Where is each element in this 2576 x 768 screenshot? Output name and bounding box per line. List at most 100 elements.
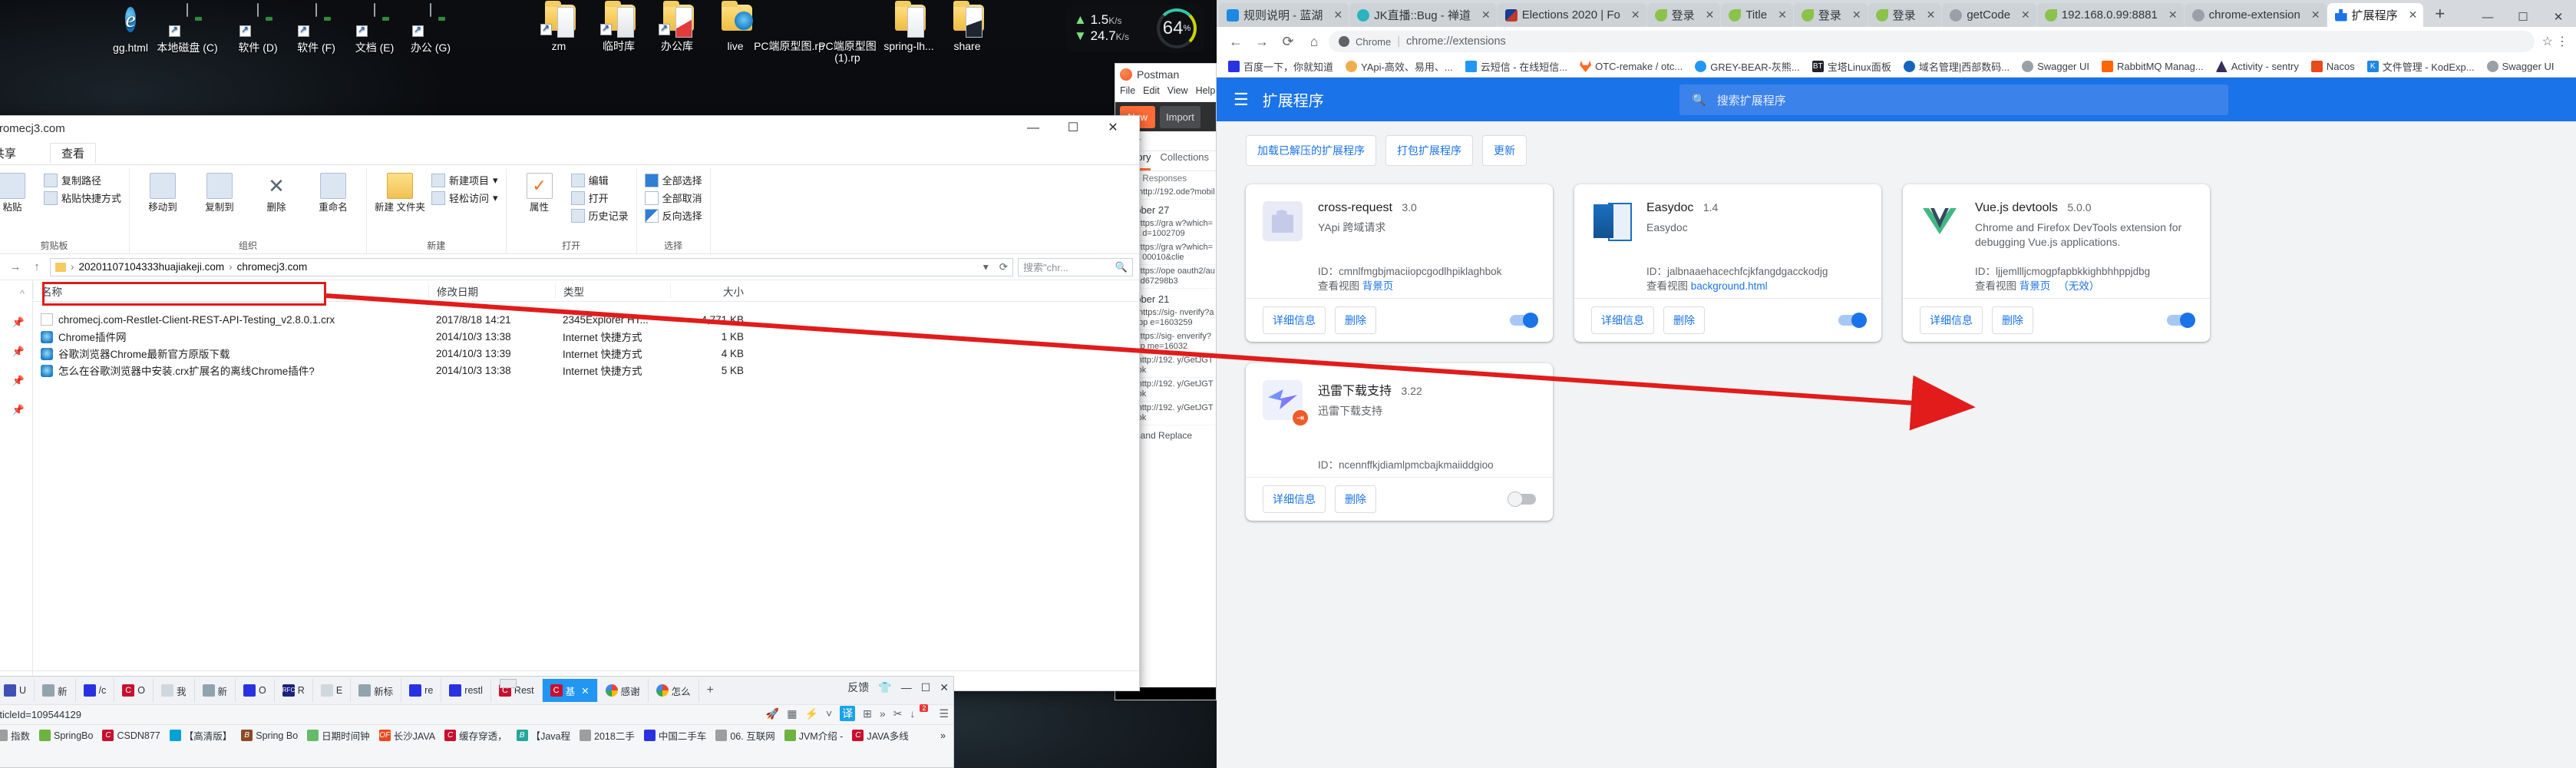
bookmark-item[interactable]: GREY-BEAR-灰熊... (1689, 58, 1805, 75)
details-button[interactable]: 详细信息 (1591, 306, 1654, 334)
feedback-button[interactable]: 反馈 (847, 680, 869, 695)
bookmark-item[interactable]: JVM介绍 - (784, 728, 843, 743)
easy-access-button[interactable]: 轻松访问 ▾ (431, 190, 498, 205)
extensions-toolbar[interactable]: 加载已解压的扩展程序 打包扩展程序 更新 (1217, 121, 2576, 166)
enable-toggle[interactable] (1510, 313, 1538, 328)
bookmark-item[interactable]: 【高清版】 (169, 728, 232, 743)
new-tab-button[interactable]: + (2424, 4, 2455, 27)
bookmark-item[interactable]: Activity - sentry (2211, 59, 2304, 74)
browser-tab[interactable]: 规则说明 - 蓝湖 ✕ (1219, 3, 1349, 27)
bookmark-item[interactable]: YApi-高效、易用、... (1340, 58, 1458, 75)
column-header-date[interactable]: 修改日期 (428, 283, 555, 299)
chrome-tabstrip[interactable]: 规则说明 - 蓝湖 ✕ JK直播::Bug - 禅道 ✕ Elections 202… (1217, 0, 2576, 27)
bookmarks-bar[interactable]: 百度一下，你就知道 YApi-高效、易用、... 云短信 - 在线短信... O… (1217, 56, 2576, 78)
up-button[interactable]: ↑ (28, 260, 45, 273)
column-header-size[interactable]: 大小 (670, 283, 755, 299)
rocket-icon[interactable]: 🚀 (766, 707, 779, 720)
remove-button[interactable]: 删除 (1335, 306, 1376, 334)
bookmark-item[interactable]: K 文件管理 - KodExp... (2362, 58, 2480, 75)
background-page-link[interactable]: 背景页 (2020, 280, 2051, 292)
bookmark-item[interactable]: 云短信 - 在线短信... (1460, 58, 1573, 75)
menu-icon[interactable]: ☰ (939, 707, 949, 720)
bookmark-item[interactable]: B 【Java程 (516, 728, 570, 743)
breadcrumb-item[interactable]: chromecj3.com (237, 261, 308, 273)
browser-tab[interactable]: JK直播::Bug - 禅道 ✕ (1349, 3, 1497, 27)
close-icon[interactable]: ✕ (2409, 8, 2418, 22)
maximize-button[interactable]: ☐ (921, 681, 931, 694)
bookmark-item[interactable]: BT 宝塔Linux面板 (1807, 58, 1897, 75)
overflow-icon[interactable]: » (880, 707, 886, 720)
explorer-ribbon[interactable]: 粘贴 复制路径 粘贴快捷方式 剪贴板 移动到 复制到 ✕ 删除 重命名 组织 新… (0, 165, 1139, 254)
bookmarks-overflow-button[interactable]: » (940, 730, 953, 741)
desktop-icon-drive-g[interactable]: 办公 (G) (394, 3, 467, 54)
invert-selection-button[interactable]: 反向选择 (644, 208, 702, 223)
bookmark-item[interactable]: B Spring Bo (241, 730, 298, 741)
browser-tab-active[interactable]: 扩展程序 ✕ (2327, 3, 2424, 27)
home-button[interactable]: ⌂ (1303, 34, 1326, 50)
details-button[interactable]: 详细信息 (1263, 306, 1326, 334)
move-to-button[interactable]: 移动到 (137, 170, 188, 213)
file-list[interactable]: 名称 修改日期 类型 大小 chromecj.com-Restlet-Clien… (33, 280, 1139, 714)
select-none-button[interactable]: 全部取消 (644, 190, 702, 205)
translate-icon[interactable]: 译 (840, 706, 856, 721)
partial-input-field[interactable] (500, 679, 517, 688)
browser-tab[interactable]: getCode ✕ (1942, 3, 2036, 27)
paste-shortcut-button[interactable]: 粘贴快捷方式 (44, 190, 121, 205)
open-button[interactable]: 打开 (570, 190, 629, 205)
close-button[interactable]: ✕ (1093, 116, 1133, 141)
search-input[interactable]: 搜索"chr... 🔍 (1018, 257, 1133, 276)
network-speed-widget[interactable]: ▲ 1.5K/s ▼ 24.7K/s 64% (1066, 5, 1204, 52)
browser-tab[interactable]: 新标 (351, 679, 402, 702)
bookmark-item[interactable]: 2018二手 (580, 728, 635, 743)
edit-button[interactable]: 编辑 (570, 173, 629, 187)
copy-to-button[interactable]: 复制到 (194, 170, 245, 213)
bookmark-item[interactable]: Nacos (2306, 59, 2360, 74)
download-icon[interactable]: ↓ (910, 707, 915, 720)
add-app-icon[interactable]: ⊞ (863, 707, 872, 720)
new-item-button[interactable]: 新建项目 ▾ (431, 173, 498, 187)
pack-extension-button[interactable]: 打包扩展程序 (1385, 135, 1473, 166)
load-unpacked-button[interactable]: 加载已解压的扩展程序 (1246, 135, 1376, 166)
bookmark-item[interactable]: 域名管理|西部数码... (1898, 58, 2015, 75)
delete-button[interactable]: ✕ 删除 (251, 170, 302, 213)
pin-icon[interactable]: 📌 (12, 316, 25, 329)
close-icon[interactable]: ✕ (1778, 8, 1787, 22)
shirt-icon[interactable]: 👕 (878, 681, 891, 694)
column-header-type[interactable]: 类型 (555, 283, 670, 299)
bottom-browser-tabstrip[interactable]: U 新 /с CO 我 新 O RFC R E 新标 re restl C Rest… (0, 677, 953, 704)
search-input[interactable]: 🔍 搜索扩展程序 (1679, 84, 2228, 115)
table-row[interactable]: 谷歌浏览器Chrome最新官方原版下载 2014/10/3 13:39 Inte… (33, 345, 1139, 362)
extension-card[interactable]: cross-request 3.0 YApi 跨域请求 ID：cmnlfmgbj… (1246, 184, 1553, 342)
bookmark-item[interactable]: RabbitMQ Manag... (2096, 59, 2209, 74)
background-page-link[interactable]: background.html (1691, 280, 1768, 292)
bookmark-item[interactable]: C CSDN877 (102, 730, 160, 741)
background-page-link[interactable]: 背景页 (1362, 280, 1394, 292)
minimize-button[interactable]: — (2470, 11, 2505, 24)
ribbon-tab-view[interactable]: 查看 (50, 143, 97, 164)
menu-file[interactable]: File (1120, 85, 1135, 101)
close-icon[interactable]: ✕ (2021, 8, 2030, 22)
details-button[interactable]: 详细信息 (1263, 485, 1326, 513)
browser-tab[interactable]: CO (114, 679, 154, 702)
address-bar[interactable]: Chrome | chrome://extensions (1329, 31, 2535, 52)
extension-card[interactable]: ⇥ 迅雷下载支持 3.22 迅雷下载支持 ID：ncennffkjdiamlpm… (1246, 363, 1553, 521)
menu-view[interactable]: View (1167, 85, 1188, 101)
chevron-down-icon[interactable]: ▾ (493, 192, 498, 204)
close-icon[interactable]: ✕ (1631, 8, 1640, 22)
copy-path-button[interactable]: 复制路径 (44, 173, 121, 187)
enable-toggle[interactable] (2167, 313, 2195, 328)
close-icon[interactable]: ✕ (1852, 8, 1861, 22)
browser-tab[interactable]: 登录 ✕ (1646, 3, 1721, 27)
bookmark-item[interactable]: Swagger UI (2482, 59, 2560, 74)
bookmark-item[interactable]: C 缓存穿透， (444, 728, 507, 743)
chevron-down-icon[interactable]: ▾ (983, 261, 989, 273)
enable-toggle[interactable] (1508, 492, 1536, 507)
explorer-ribbon-tabs[interactable]: 共享 查看 (0, 142, 1139, 165)
omnibar-actions[interactable]: ☆ ⋮ (2538, 34, 2568, 49)
close-icon[interactable]: ✕ (1481, 8, 1491, 22)
menu-edit[interactable]: Edit (1143, 85, 1160, 101)
browser-tab[interactable]: RFC R (275, 679, 313, 702)
remove-button[interactable]: 删除 (1992, 306, 2033, 334)
remove-button[interactable]: 删除 (1335, 485, 1376, 513)
pin-icon[interactable]: 📌 (12, 404, 25, 416)
